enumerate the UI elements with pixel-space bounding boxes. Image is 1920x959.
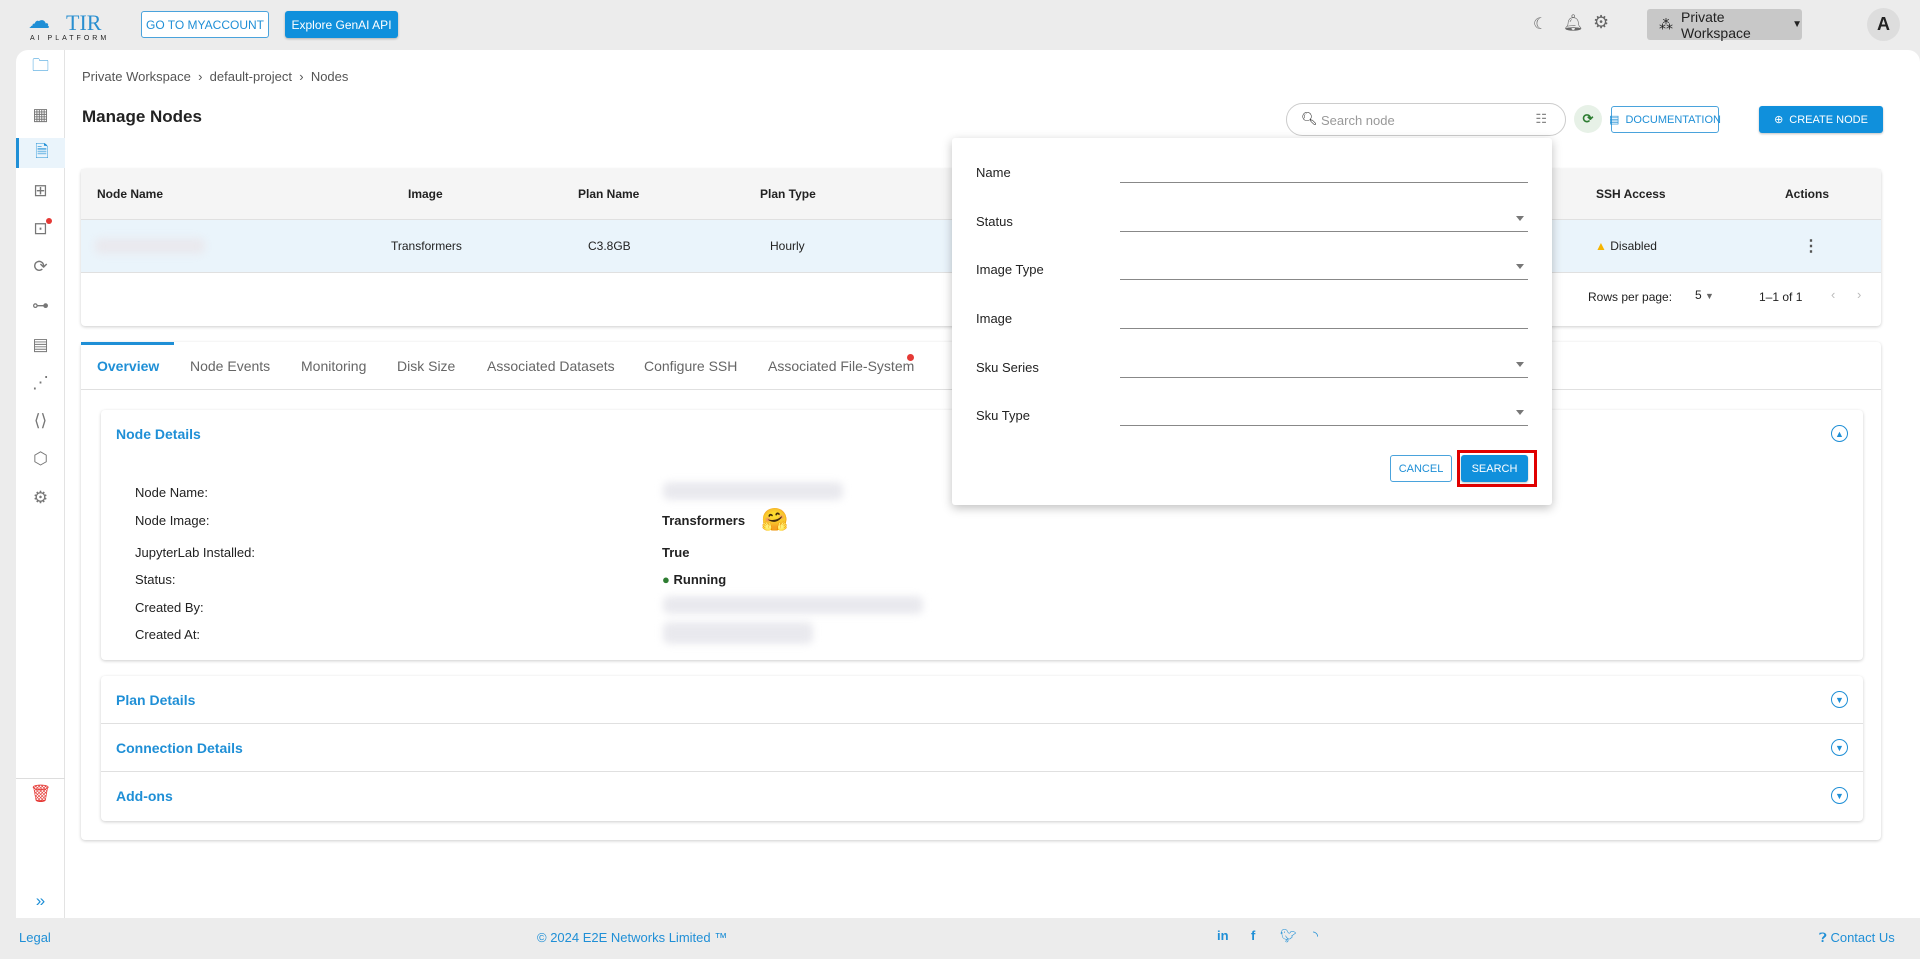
tab-associated-datasets[interactable]: Associated Datasets [487, 358, 615, 374]
status-select[interactable] [1120, 210, 1528, 232]
gear-icon[interactable]: ⚙ [1593, 12, 1609, 33]
filter-icon[interactable]: ☷ [1535, 111, 1547, 127]
twitter-icon[interactable]: 🐦︎ [1280, 928, 1297, 944]
help-icon: ❓︎ [1819, 930, 1827, 945]
tab-overview[interactable]: Overview [97, 358, 159, 374]
trash-icon[interactable]: 🗑 [16, 779, 65, 809]
cancel-button[interactable]: CANCEL [1390, 455, 1452, 482]
tab-node-events[interactable]: Node Events [190, 358, 270, 374]
image-type-select[interactable] [1120, 258, 1528, 280]
status-dot-icon: ● [662, 572, 670, 587]
prev-page-icon[interactable]: ‹ [1831, 287, 1835, 302]
breadcrumb: Private Workspace › default-project › No… [82, 69, 349, 84]
search-filter-popup: Name Status Image Type Image Sku Series … [952, 138, 1552, 505]
expand-icon[interactable]: ▼ [1831, 787, 1848, 804]
sku-type-select[interactable] [1120, 404, 1528, 426]
tab-monitoring[interactable]: Monitoring [301, 358, 366, 374]
sku-series-select[interactable] [1120, 356, 1528, 378]
tab-disk-size[interactable]: Disk Size [397, 358, 455, 374]
create-node-button[interactable]: ⊕ CREATE NODE [1759, 106, 1883, 133]
tir-logo[interactable]: ☁ TIR AI PLATFORM [28, 8, 123, 44]
collapse-icon[interactable]: ▲ [1831, 425, 1848, 442]
expand-icon[interactable]: ▼ [1831, 739, 1848, 756]
grid-icon[interactable]: ⊞ [16, 176, 65, 206]
tab-configure-ssh[interactable]: Configure SSH [644, 358, 737, 374]
workspace-icon: ⁂ [1659, 16, 1673, 32]
collapsed-sections: Plan Details ▼ Connection Details ▼ Add-on… [101, 676, 1863, 821]
search-input[interactable]: 🔍︎ Search node ☷ [1286, 103, 1566, 136]
name-input[interactable] [1120, 161, 1528, 183]
refresh-button[interactable]: ⟳ [1574, 105, 1602, 133]
ssh-status: ▲ Disabled [1595, 239, 1657, 253]
add-ons-header[interactable]: Add-ons ▼ [101, 772, 1863, 820]
settings-icon[interactable]: ⚙ [16, 483, 65, 513]
tab-associated-file-system[interactable]: Associated File-System [768, 358, 914, 374]
legal-link[interactable]: Legal [19, 930, 51, 945]
plus-circle-icon: ⊕ [1774, 114, 1784, 126]
share-icon[interactable]: ⋰ [16, 368, 65, 398]
top-bar: ☁ TIR AI PLATFORM GO TO MYACCOUNT Explor… [0, 0, 1920, 50]
next-page-icon[interactable]: › [1857, 287, 1861, 302]
footer: Legal © 2024 E2E Networks Limited ™ in f… [19, 928, 1895, 946]
node-name-redacted[interactable] [95, 238, 205, 254]
notification-dot [907, 354, 914, 361]
huggingface-icon: 🤗 [761, 507, 789, 532]
nodes-icon[interactable]: 🗎 [16, 138, 65, 168]
folder-icon[interactable]: 🗀 [16, 52, 65, 82]
warning-icon: ▲ [1595, 239, 1607, 253]
search-button[interactable]: SEARCH [1461, 455, 1528, 482]
expand-icon[interactable]: ▼ [1831, 691, 1848, 708]
code-icon[interactable]: ⟨⟩ [16, 406, 65, 436]
status-badge: ● Running [662, 572, 727, 587]
breadcrumb-project[interactable]: default-project [210, 69, 292, 84]
go-to-myaccount-button[interactable]: GO TO MYACCOUNT [141, 11, 269, 38]
breadcrumb-nodes: Nodes [310, 69, 349, 84]
dark-mode-icon[interactable]: ☾ [1533, 14, 1547, 34]
contact-us-link[interactable]: ❓︎ Contact Us [1819, 930, 1895, 946]
list-icon[interactable]: ▤ [16, 330, 65, 360]
avatar[interactable]: A [1867, 8, 1900, 41]
sidebar: 🗀 ▦ 🗎 ⊞ ⊡ ⟳ ⊶ ▤ ⋰ ⟨⟩ ⬡ ⚙ 🗑 » [16, 50, 65, 918]
caret-down-icon: ▼ [1792, 19, 1802, 30]
connection-details-header[interactable]: Connection Details ▼ [101, 724, 1863, 772]
breadcrumb-workspace[interactable]: Private Workspace [82, 69, 191, 84]
bell-icon[interactable]: 🔔︎ [1563, 13, 1583, 33]
sync-icon[interactable]: ⟳ [16, 252, 65, 282]
hierarchy-icon[interactable]: ⊶ [16, 291, 65, 321]
workspace-selector[interactable]: ⁂ Private Workspace ▼ [1647, 9, 1802, 41]
plan-details-header[interactable]: Plan Details ▼ [101, 676, 1863, 724]
dashboard-icon[interactable]: ▦ [16, 100, 65, 130]
more-actions-icon[interactable]: ⋮ [1803, 236, 1819, 256]
cube-icon[interactable]: ⬡ [16, 444, 65, 474]
rss-icon[interactable]: ◝ [1313, 928, 1318, 944]
search-icon: 🔍︎ [1301, 111, 1318, 126]
documentation-button[interactable]: ▤ DOCUMENTATION [1609, 106, 1721, 133]
rows-per-page-select[interactable]: 5 ▼ [1695, 288, 1714, 302]
briefcase-icon[interactable]: ⊡ [16, 214, 65, 244]
explore-genai-button[interactable]: Explore GenAI API [285, 11, 398, 38]
facebook-icon[interactable]: f [1251, 928, 1255, 943]
expand-sidebar-icon[interactable]: » [16, 886, 65, 916]
linkedin-icon[interactable]: in [1217, 928, 1229, 943]
image-input[interactable] [1120, 307, 1528, 329]
document-icon: ▤ [1609, 114, 1620, 126]
page-title: Manage Nodes [82, 107, 202, 126]
